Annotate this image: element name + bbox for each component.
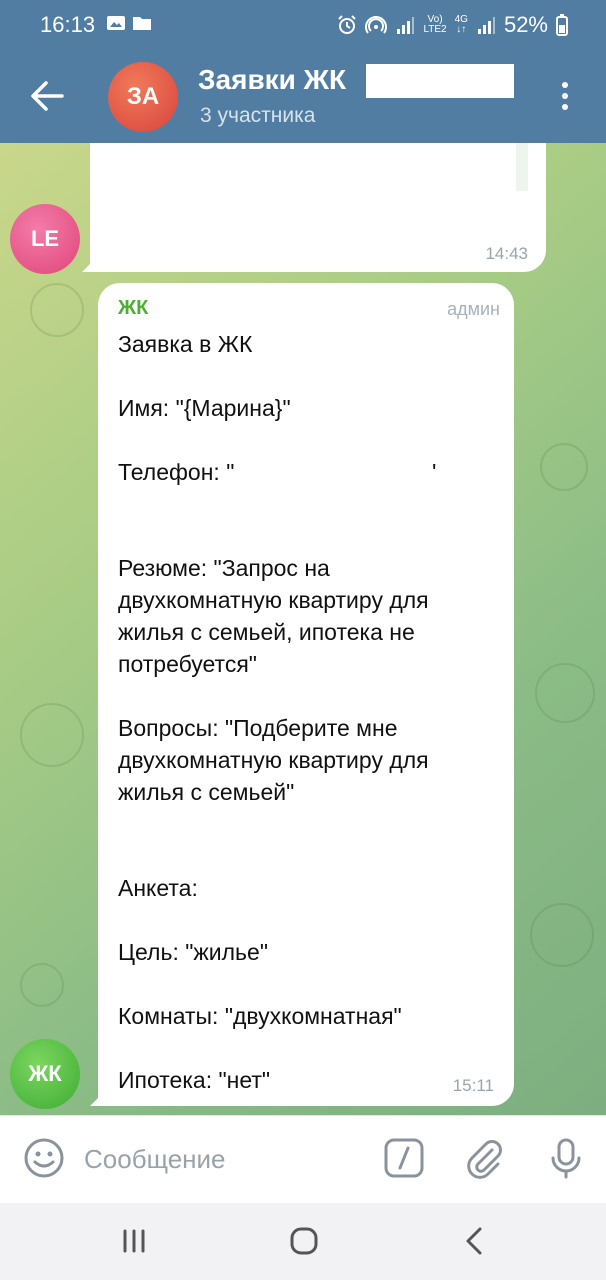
message-line: Анкета: xyxy=(118,875,198,901)
message-sender[interactable]: ЖК xyxy=(118,297,148,320)
message-line: Телефон: " xyxy=(118,459,235,485)
more-options-icon[interactable] xyxy=(552,78,578,114)
background-doodle xyxy=(540,443,588,491)
alarm-icon xyxy=(338,15,357,34)
message-line: потребуется" xyxy=(118,651,257,677)
gallery-icon xyxy=(107,16,125,30)
message-line: Имя: "{Марина}" xyxy=(118,395,291,421)
signal-icon-1 xyxy=(397,17,415,34)
background-doodle xyxy=(20,963,64,1007)
network-label-4g: 4G ↓↑ xyxy=(454,14,468,35)
background-doodle xyxy=(535,663,595,723)
attach-icon[interactable] xyxy=(462,1136,506,1180)
app-header: 16:13 Vo) LTE2 4G ↓↑ 52% ЗА Заявки ЖК 3 … xyxy=(0,0,606,143)
message-line: двухкомнатную квартиру для xyxy=(118,587,429,613)
message-input[interactable]: Сообщение xyxy=(84,1144,226,1175)
recent-apps-icon[interactable] xyxy=(112,1221,156,1261)
redacted-block xyxy=(366,64,514,98)
message-line: жилья с семьей" xyxy=(118,779,295,805)
status-time: 16:13 xyxy=(40,12,96,37)
message-time: 15:11 xyxy=(452,1076,494,1095)
message-line: ' xyxy=(432,459,437,485)
message-line: Цель: "жилье" xyxy=(118,939,268,965)
system-nav-bar xyxy=(0,1203,606,1280)
sender-avatar-zk[interactable]: ЖК xyxy=(10,1039,80,1109)
home-icon[interactable] xyxy=(282,1221,326,1261)
message-time: 14:43 xyxy=(485,244,528,263)
hotspot-icon xyxy=(365,16,388,34)
message-line: двухкомнатную квартиру для xyxy=(118,747,429,773)
network-label-lte: Vo) LTE2 xyxy=(423,14,447,35)
back-arrow-icon[interactable] xyxy=(28,78,66,114)
battery-percent: 52% xyxy=(503,12,548,37)
background-doodle xyxy=(530,903,594,967)
status-indicators: Vo) LTE2 4G ↓↑ 52% xyxy=(337,12,568,38)
signal-icon-2 xyxy=(477,17,495,34)
background-doodle xyxy=(30,283,84,337)
message-line: Ипотека: "нет" xyxy=(118,1067,271,1093)
message-bubble-previous[interactable]: 14:43 xyxy=(90,143,546,272)
message-bubble[interactable]: ЖК админ Заявка в ЖК Имя: "{Марина}" Тел… xyxy=(98,283,514,1106)
message-media-stub xyxy=(516,143,528,191)
bot-commands-icon[interactable] xyxy=(382,1136,426,1180)
message-line: Заявка в ЖК xyxy=(118,331,253,357)
message-line: Вопросы: "Подберите мне xyxy=(118,715,398,741)
message-line: Резюме: "Запрос на xyxy=(118,555,330,581)
member-count[interactable]: 3 участника xyxy=(200,104,315,128)
status-bar: 16:13 Vo) LTE2 4G ↓↑ 52% xyxy=(0,0,606,50)
chat-title[interactable]: Заявки ЖК xyxy=(198,64,346,96)
chat-area[interactable]: 14:43 LE ЖК админ Заявка в ЖК Имя: "{Мар… xyxy=(0,143,606,1115)
message-line: жилья с семьей, ипотека не xyxy=(118,619,415,645)
sender-avatar-le[interactable]: LE xyxy=(10,204,80,274)
sender-role-badge: админ xyxy=(447,299,500,319)
emoji-icon[interactable] xyxy=(22,1136,66,1180)
group-avatar[interactable]: ЗА xyxy=(108,62,178,132)
background-doodle xyxy=(20,703,84,767)
message-line: Комнаты: "двухкомнатная" xyxy=(118,1003,402,1029)
message-input-bar: Сообщение xyxy=(0,1115,606,1204)
folder-icon xyxy=(133,17,151,30)
back-nav-icon[interactable] xyxy=(452,1221,496,1261)
battery-icon xyxy=(556,14,568,36)
microphone-icon[interactable] xyxy=(544,1136,588,1180)
